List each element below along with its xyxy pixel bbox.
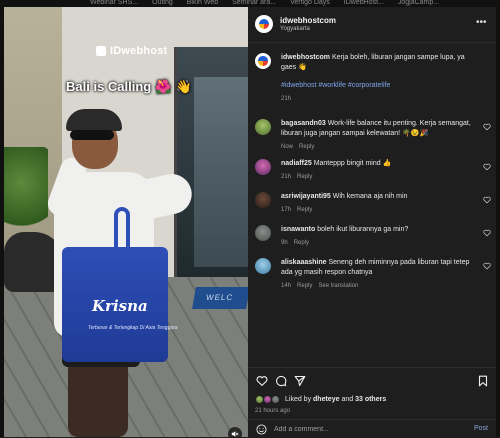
- glass-reflection: [194, 77, 248, 267]
- backdrop-right: [496, 7, 500, 437]
- welcome-mat: WELC: [192, 287, 248, 309]
- account-avatar[interactable]: [255, 15, 273, 33]
- bookmarks-bar: Webinar SHS... Outing Bikin Web Seminar …: [0, 0, 500, 7]
- comment-time[interactable]: 9h: [281, 240, 288, 246]
- like-comment-heart-icon[interactable]: [483, 196, 491, 204]
- comment-time[interactable]: Now: [281, 144, 293, 150]
- post-actions: Liked by dheteye and 33 others 21 hours …: [248, 367, 496, 437]
- reply-button[interactable]: Reply: [297, 283, 312, 289]
- see-translation-link[interactable]: See translation: [318, 283, 358, 289]
- likes-text: Liked by dheteye and 33 others: [285, 396, 386, 403]
- office-sign-text: IDwebhost: [110, 45, 168, 57]
- person-cap: [66, 109, 122, 131]
- emoji-smile-icon[interactable]: [256, 424, 267, 435]
- idwebhost-logo-icon: [258, 56, 268, 66]
- share-send-icon[interactable]: [294, 375, 306, 387]
- mute-button[interactable]: [228, 427, 242, 437]
- commenter-avatar[interactable]: [255, 192, 271, 208]
- liked-by-prefix: Liked by: [285, 396, 312, 403]
- like-comment-heart-icon[interactable]: [483, 262, 491, 270]
- like-comment-heart-icon[interactable]: [483, 163, 491, 171]
- commenter-avatar[interactable]: [255, 225, 271, 241]
- caption-hashtags[interactable]: #idwebhost #worklife #corporatelife: [281, 81, 477, 91]
- caption-username[interactable]: idwebhostcom: [281, 54, 330, 61]
- comment-username[interactable]: asriwijayanti95: [281, 193, 331, 200]
- comment-time[interactable]: 17h: [281, 207, 291, 213]
- reply-button[interactable]: Reply: [294, 240, 309, 246]
- idwebhost-logo-icon: [258, 18, 270, 30]
- liker-avatar: [271, 395, 280, 404]
- comment-text: Wih kemana aja nih min: [332, 193, 408, 200]
- idwebhost-logo-icon: [96, 46, 106, 56]
- bookmark-item[interactable]: Vertigo Days: [290, 0, 330, 7]
- commenter-avatar[interactable]: [255, 119, 271, 135]
- comment-time[interactable]: 21h: [281, 174, 291, 180]
- like-comment-heart-icon[interactable]: [483, 123, 491, 131]
- add-comment-bar: Post: [248, 419, 496, 438]
- save-bookmark-icon[interactable]: [477, 375, 489, 387]
- caption-time[interactable]: 21h: [281, 96, 291, 102]
- bag-subtext: Terbesar & Terlengkap Di Asia Tenggara: [88, 325, 178, 331]
- liked-by-and: and: [341, 396, 354, 403]
- like-comment-heart-icon[interactable]: [483, 229, 491, 237]
- post-header: idwebhostcom Yogyakarta •••: [248, 7, 496, 43]
- liked-by-user[interactable]: dheteye: [313, 396, 339, 403]
- bookmark-item[interactable]: JogjaCamp...: [398, 0, 439, 7]
- likes-summary: Liked by dheteye and 33 others: [255, 395, 386, 404]
- office-sign: IDwebhost: [96, 45, 167, 57]
- caption-avatar[interactable]: [255, 53, 271, 69]
- plant: [4, 147, 48, 237]
- comment-username[interactable]: isnawanto: [281, 226, 315, 233]
- bag-logo: Krisna: [92, 297, 148, 315]
- post-details-panel: idwebhostcom Yogyakarta ••• idwebhostcom…: [248, 7, 496, 437]
- post-location[interactable]: Yogyakarta: [280, 26, 310, 32]
- video-overlay-text: Bali is Calling 🌺 👋: [66, 79, 192, 94]
- comment-username[interactable]: aliskaaashine: [281, 259, 327, 266]
- bookmark-item[interactable]: IDwebHost...: [344, 0, 384, 7]
- mat-text: WELC: [205, 293, 235, 302]
- comment-bubble-icon[interactable]: [275, 375, 287, 387]
- wave-hand-icon: 👋: [175, 78, 192, 94]
- post-timestamp[interactable]: 21 hours ago: [255, 408, 290, 414]
- person-sunglasses: [70, 130, 114, 140]
- comment-text: boleh ikut liburannya ga min?: [317, 226, 409, 233]
- comment-username[interactable]: nadiaff25: [281, 160, 312, 167]
- bookmark-item[interactable]: Outing: [152, 0, 173, 7]
- comments-list[interactable]: idwebhostcom Kerja boleh, liburan jangan…: [248, 45, 496, 367]
- post-comment-button[interactable]: Post: [474, 425, 488, 432]
- post-video[interactable]: IDwebhost WELC Krisna Terbesar & Terleng…: [4, 7, 248, 437]
- account-username[interactable]: idwebhostcom: [280, 16, 336, 25]
- overlay-caption: Bali is Calling: [66, 79, 152, 94]
- reply-button[interactable]: Reply: [299, 144, 314, 150]
- comment-username[interactable]: bagasandn03: [281, 120, 326, 127]
- commenter-avatar[interactable]: [255, 258, 271, 274]
- like-heart-icon[interactable]: [256, 375, 268, 387]
- comment-time[interactable]: 14h: [281, 283, 291, 289]
- commenter-avatar[interactable]: [255, 159, 271, 175]
- bookmark-item[interactable]: Bikin Web: [187, 0, 218, 7]
- liked-by-others[interactable]: 33 others: [355, 396, 386, 403]
- reply-button[interactable]: Reply: [297, 174, 312, 180]
- add-comment-input[interactable]: [274, 423, 454, 436]
- bookmark-item[interactable]: Seminar ara...: [232, 0, 276, 7]
- bookmark-item[interactable]: Webinar SHS...: [90, 0, 138, 7]
- more-options-icon[interactable]: •••: [476, 17, 487, 28]
- speaker-muted-icon: [231, 431, 239, 437]
- reply-button[interactable]: Reply: [297, 207, 312, 213]
- hibiscus-icon: 🌺: [155, 78, 172, 94]
- comment-text: Manteppp bingit mind 👍: [313, 160, 392, 167]
